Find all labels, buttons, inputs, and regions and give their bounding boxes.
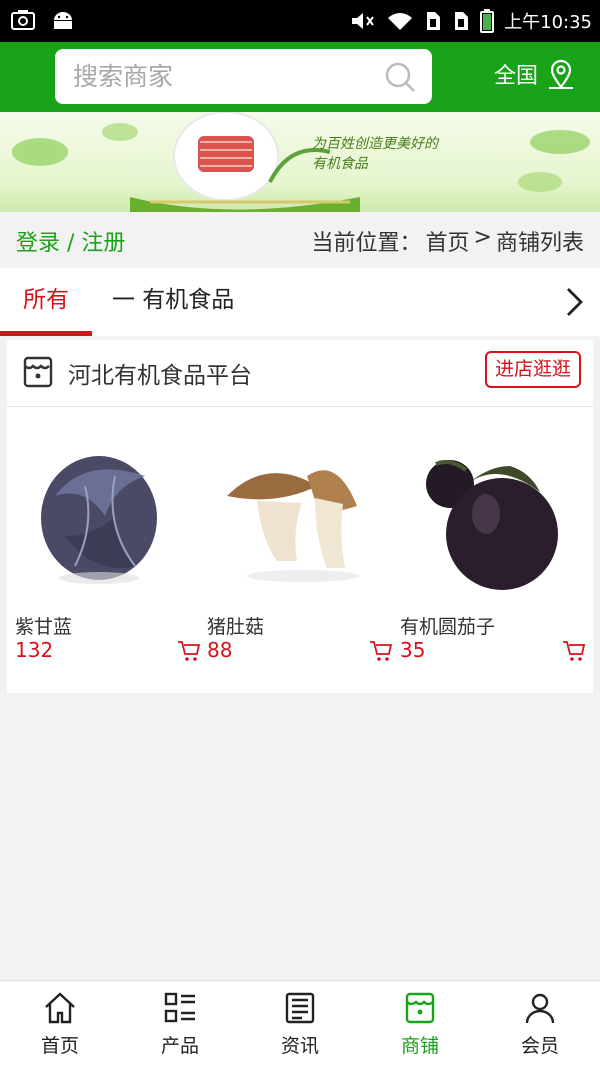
store-icon [23, 356, 53, 388]
product-item[interactable]: 猪肚菇 88 [207, 426, 393, 666]
active-tab-indicator [0, 331, 92, 336]
product-price: 88 [207, 638, 233, 662]
breadcrumb-bar: 登录 / 注册 当前位置： 首页 > 商铺列表 [0, 212, 600, 268]
android-icon [54, 12, 72, 29]
bottom-nav: 首页 产品 资讯 商铺 会员 [0, 980, 600, 1067]
chevron-right-icon[interactable] [562, 286, 586, 318]
status-bar: 上午10:35 [0, 0, 600, 42]
breadcrumb-current: 商铺列表 [495, 231, 584, 256]
nav-label: 首页 [40, 1035, 79, 1057]
enter-shop-button[interactable]: 进店逛逛 [484, 351, 581, 388]
location-pin-icon [549, 59, 574, 89]
product-image[interactable] [400, 426, 586, 606]
add-to-cart-icon[interactable] [562, 640, 586, 662]
nav-label: 会员 [520, 1035, 559, 1057]
header: 全国 [0, 42, 600, 112]
breadcrumb-home-link[interactable]: 首页 [426, 225, 470, 257]
banner-illustration [12, 112, 590, 212]
home-icon [45, 992, 75, 1024]
tab-organic-food[interactable]: 一 有机食品 [112, 268, 234, 332]
breadcrumb-separator: > [473, 225, 492, 250]
product-item[interactable]: 有机圆茄子 35 [400, 426, 586, 666]
shop-name[interactable]: 河北有机食品平台 [68, 356, 252, 390]
tab-all[interactable]: 所有 [0, 268, 92, 336]
nav-item-member[interactable]: 会员 [480, 981, 600, 1067]
breadcrumb: 当前位置： 首页 > 商铺列表 [312, 225, 584, 257]
search-input[interactable] [73, 58, 373, 94]
promo-banner[interactable]: 为百姓创造更美好的 有机食品 [0, 112, 600, 212]
search-box[interactable] [55, 49, 432, 104]
nav-label: 产品 [160, 1035, 199, 1057]
category-tabs: 所有 一 有机食品 [0, 268, 600, 336]
add-to-cart-icon[interactable] [369, 640, 393, 662]
store-icon [405, 992, 435, 1024]
clock: 上午10:35 [504, 12, 592, 33]
product-name: 猪肚菇 [207, 616, 265, 638]
product-item[interactable]: 紫甘蓝 132 [15, 426, 201, 666]
nav-item-stores[interactable]: 商铺 [360, 981, 480, 1067]
banner-slogan-line1: 为百姓创造更美好的 [312, 136, 438, 152]
wifi-icon [388, 13, 413, 30]
nav-item-news[interactable]: 资讯 [240, 981, 360, 1067]
banner-slogan: 为百姓创造更美好的 有机食品 [312, 134, 438, 174]
shop-card-header: 河北有机食品平台 进店逛逛 [7, 340, 593, 407]
product-image[interactable] [207, 426, 393, 606]
nav-item-products[interactable]: 产品 [120, 981, 240, 1067]
region-selector[interactable]: 全国 [494, 58, 576, 90]
product-name: 紫甘蓝 [15, 616, 73, 638]
mute-icon [352, 13, 374, 29]
user-icon [525, 993, 555, 1024]
battery-icon [480, 9, 495, 33]
shop-card: 河北有机食品平台 进店逛逛 紫甘蓝 132 猪肚菇 88 有机圆茄子 35 [7, 340, 593, 693]
sim1-icon [427, 12, 441, 30]
tab-all-label: 所有 [23, 287, 69, 313]
sim2-icon [455, 12, 469, 30]
nav-label: 商铺 [400, 1035, 439, 1057]
nav-label: 资讯 [280, 1035, 319, 1057]
product-name: 有机圆茄子 [400, 616, 496, 638]
search-icon[interactable] [384, 61, 416, 93]
banner-slogan-line2: 有机食品 [312, 156, 368, 172]
product-list-icon [164, 992, 195, 1023]
region-label: 全国 [494, 64, 539, 89]
screenshot-icon [11, 10, 35, 30]
login-register-link[interactable]: 登录 / 注册 [16, 225, 125, 257]
breadcrumb-prefix: 当前位置： [311, 231, 422, 256]
product-price: 35 [400, 638, 426, 662]
product-price: 132 [15, 638, 54, 662]
product-image[interactable] [15, 426, 201, 606]
nav-item-home[interactable]: 首页 [0, 981, 120, 1067]
add-to-cart-icon[interactable] [177, 640, 201, 662]
news-icon [285, 992, 315, 1024]
